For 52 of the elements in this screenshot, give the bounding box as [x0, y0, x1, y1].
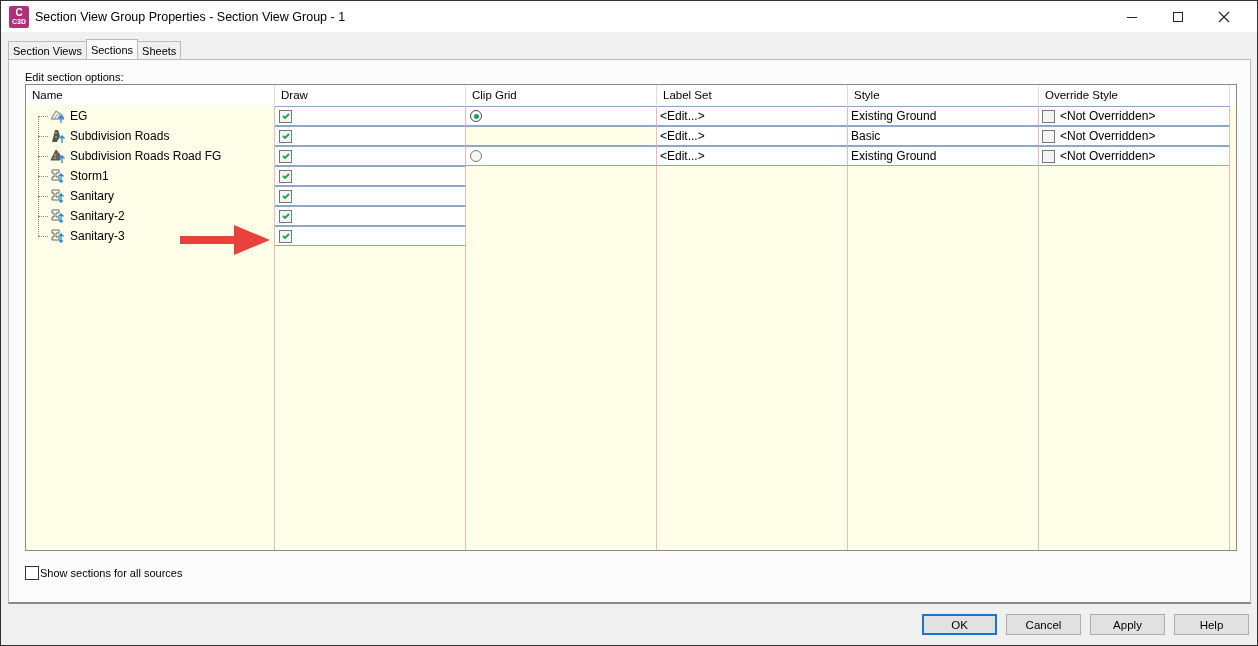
table-cell[interactable]: <Edit...>	[660, 109, 705, 123]
section-name[interactable]: Storm1	[70, 169, 109, 183]
column-header[interactable]: Style	[848, 85, 1039, 105]
column-header[interactable]: Override Style	[1039, 85, 1230, 105]
tab[interactable]: Sections	[85, 39, 139, 59]
group-label: Edit section options:	[25, 71, 125, 84]
table-cell: <Not Overridden>	[1060, 149, 1156, 163]
clip-grid-radio[interactable]	[470, 150, 482, 162]
draw-checkbox[interactable]	[279, 149, 292, 163]
draw-checkbox[interactable]	[279, 129, 292, 143]
pipe-network-icon	[50, 188, 66, 204]
section-name[interactable]: Sanitary-2	[70, 209, 125, 223]
dialog-button[interactable]: OK	[922, 614, 997, 635]
dialog-button[interactable]: Apply	[1090, 614, 1165, 635]
draw-checkbox[interactable]	[279, 169, 292, 183]
table-cell[interactable]: <Edit...>	[660, 149, 705, 163]
tab[interactable]: Sheets	[137, 41, 182, 59]
surface-icon	[50, 108, 66, 124]
column-header[interactable]: Label Set	[657, 85, 848, 105]
table-cell[interactable]: Basic	[851, 129, 881, 143]
table-cell: <Not Overridden>	[1060, 129, 1156, 143]
section-name[interactable]: EG	[70, 109, 88, 123]
table-cell: <Not Overridden>	[1060, 109, 1156, 123]
tab[interactable]: Section Views	[8, 41, 87, 59]
draw-checkbox[interactable]	[279, 209, 292, 223]
column-header[interactable]: Draw	[275, 85, 466, 105]
pipe-network-icon	[50, 168, 66, 184]
section-name[interactable]: Subdivision Roads Road FG	[70, 149, 222, 163]
column-header[interactable]: Name	[26, 85, 275, 105]
override-checkbox[interactable]	[1042, 149, 1055, 163]
road-surface-icon	[50, 148, 66, 164]
checkbox-label[interactable]: Show sections for all sources	[40, 567, 183, 579]
section-name[interactable]: Sanitary	[70, 189, 115, 203]
road-icon	[50, 128, 66, 144]
section-name[interactable]: Subdivision Roads	[70, 129, 170, 143]
override-checkbox[interactable]	[1042, 109, 1055, 123]
pipe-network-icon	[50, 228, 66, 244]
checkbox[interactable]	[25, 566, 39, 580]
dialog-button[interactable]: Help	[1174, 614, 1249, 635]
dialog-button[interactable]: Cancel	[1006, 614, 1081, 635]
draw-checkbox[interactable]	[279, 229, 292, 243]
clip-grid-radio[interactable]	[470, 110, 482, 122]
draw-checkbox[interactable]	[279, 189, 292, 203]
section-name[interactable]: Sanitary-3	[70, 229, 125, 243]
close-icon[interactable]	[1218, 10, 1230, 23]
override-checkbox[interactable]	[1042, 129, 1055, 143]
draw-checkbox[interactable]	[279, 109, 292, 123]
window-title: Section View Group Properties - Section View Group - 1	[35, 9, 346, 24]
pipe-network-icon	[50, 208, 66, 224]
column-header[interactable]: Clip Grid	[466, 85, 657, 105]
table-cell[interactable]: <Edit...>	[660, 129, 705, 143]
maximize-icon[interactable]	[1172, 10, 1184, 23]
